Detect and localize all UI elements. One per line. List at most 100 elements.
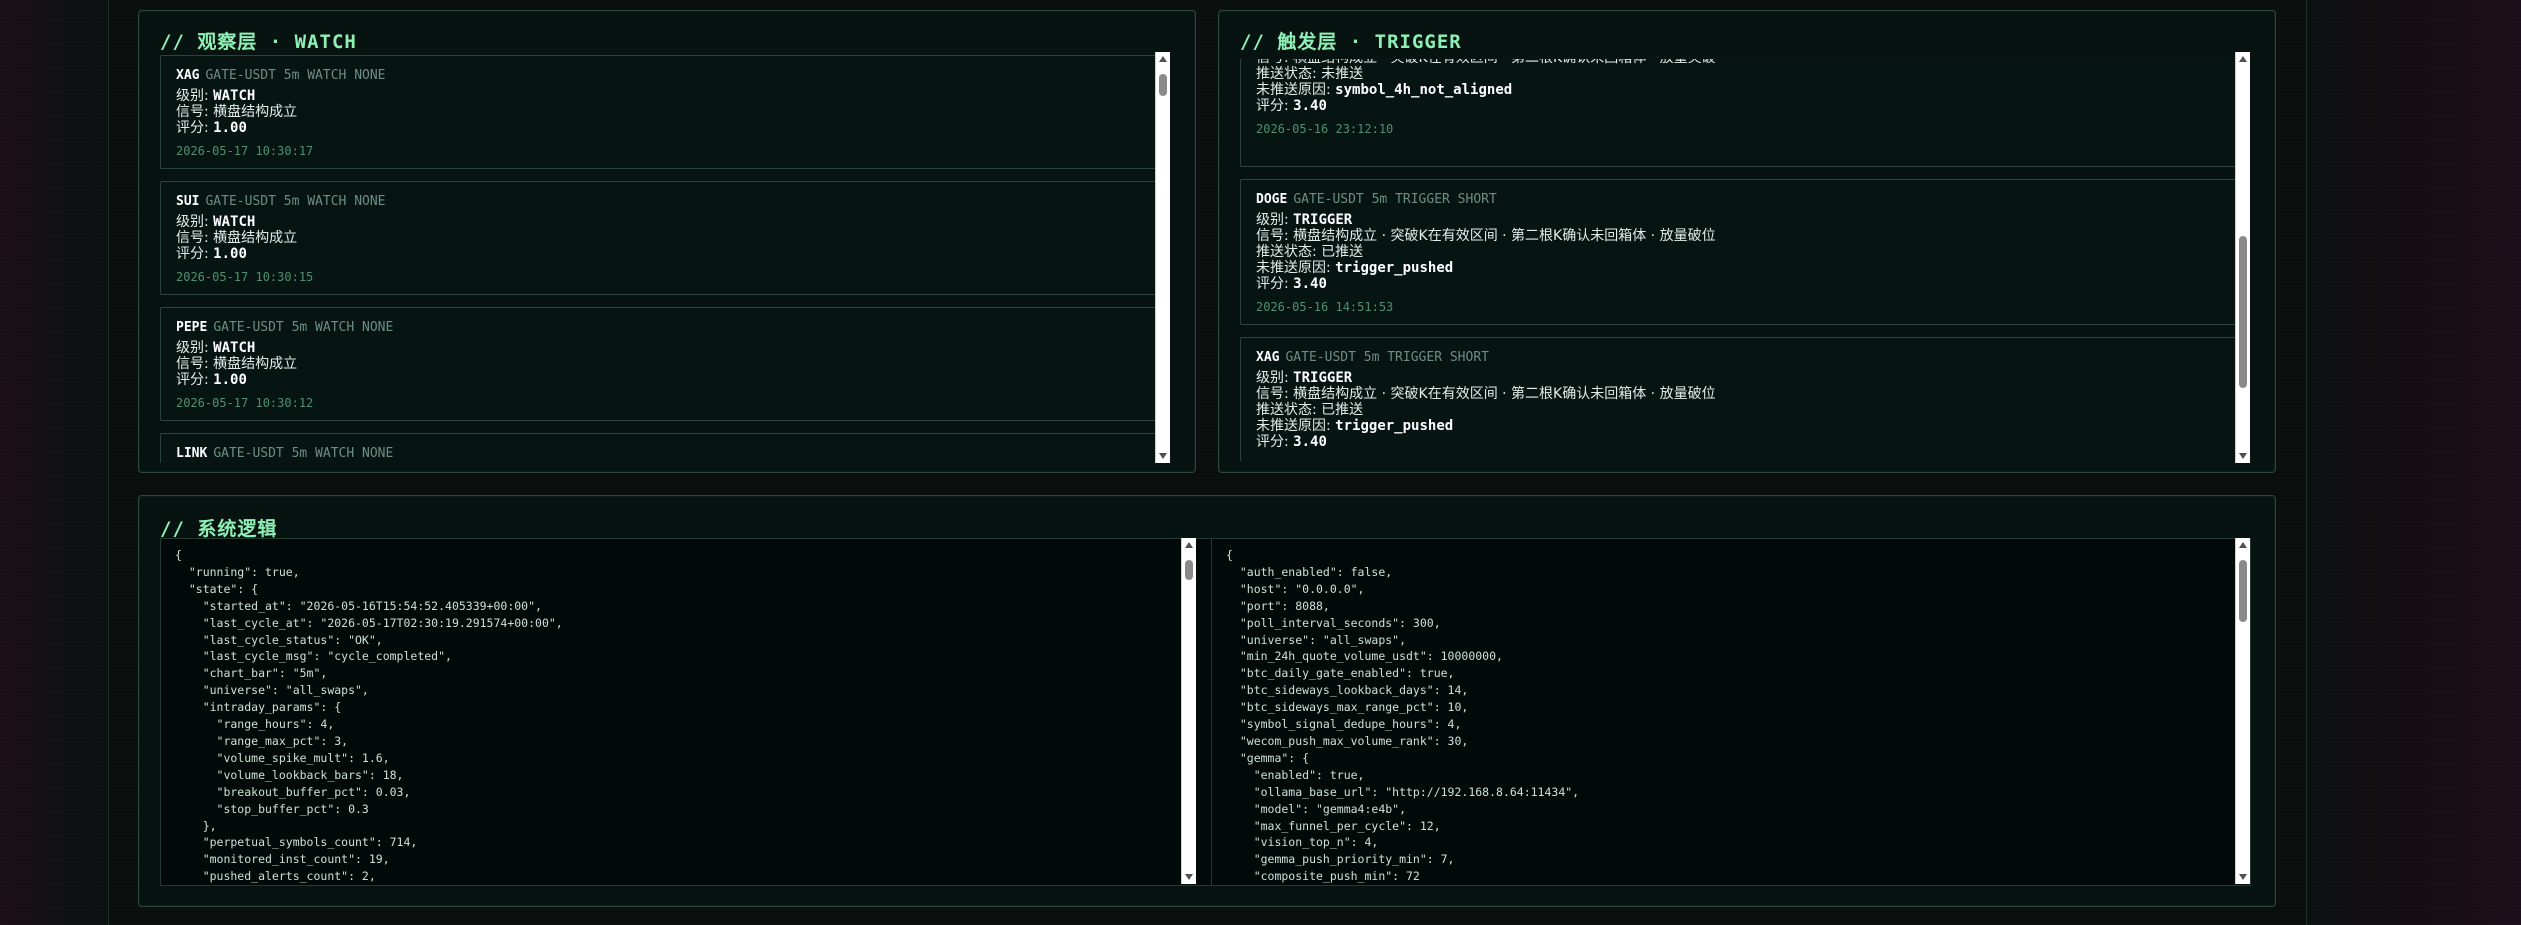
card-signal: 信号: 横盘结构成立 xyxy=(176,230,1146,246)
state-json-text: { "running": true, "state": { "started_a… xyxy=(175,548,563,884)
scroll-up-icon[interactable] xyxy=(1156,52,1170,66)
card-score-value: 1.00 xyxy=(213,120,247,136)
config-json-scrollbar[interactable] xyxy=(2235,538,2250,884)
watch-panel: // 观察层 · WATCH XAG GATE-USDT 5m WATCH NON… xyxy=(138,10,1196,473)
watch-card[interactable]: LINK GATE-USDT 5m WATCH NONE xyxy=(160,433,1162,463)
watch-card[interactable]: SUI GATE-USDT 5m WATCH NONE 级别: WATCH 信号: 横… xyxy=(160,181,1162,295)
card-signal-value: 横盘结构成立 · 突破K在有效区间 · 第二根K确认未回箱体 · 放量突破 xyxy=(1293,59,1715,66)
card-push-reason-label: 未推送原因: xyxy=(1256,418,1331,434)
scroll-up-icon[interactable] xyxy=(1182,538,1196,552)
trigger-card[interactable]: XAG GATE-USDT 5m TRIGGER SHORT 级别: TRIGGER… xyxy=(1240,337,2242,461)
card-level-value: WATCH xyxy=(213,340,256,356)
card-meta: GATE-USDT 5m TRIGGER SHORT xyxy=(1293,192,1497,207)
card-score: 评分: 3.40 xyxy=(1256,434,2226,450)
card-push-reason: 未推送原因: trigger_pushed xyxy=(1256,418,2226,434)
card-symbol: XAG xyxy=(1256,350,1280,365)
card-score: 评分: 1.00 xyxy=(176,120,1146,136)
card-level: 级别: WATCH xyxy=(176,214,1146,230)
card-score-label: 评分: xyxy=(1256,98,1289,114)
watch-list[interactable]: XAG GATE-USDT 5m WATCH NONE 级别: WATCH 信号: 横… xyxy=(160,55,1162,463)
trigger-scrollbar[interactable] xyxy=(2235,52,2250,463)
scroll-down-icon[interactable] xyxy=(1156,449,1170,463)
card-signal-value: 横盘结构成立 xyxy=(213,356,298,372)
watch-card[interactable]: XAG GATE-USDT 5m WATCH NONE 级别: WATCH 信号: 横… xyxy=(160,55,1162,169)
system-panel: // 系统逻辑 { "running": true, "state": { "s… xyxy=(138,495,2276,907)
card-timestamp: 2026-05-16 14:51:53 xyxy=(1256,300,1394,314)
trigger-card[interactable]: DOGE GATE-USDT 5m TRIGGER SHORT 级别: TRIGGE… xyxy=(1240,179,2242,325)
card-score-label: 评分: xyxy=(1256,434,1289,450)
card-level-label: 级别: xyxy=(1256,212,1289,228)
card-level-label: 级别: xyxy=(1256,370,1289,386)
card-header: XAG GATE-USDT 5m TRIGGER SHORT xyxy=(1256,350,2226,366)
card-level-label: 级别: xyxy=(176,340,209,356)
card-score: 评分: 3.40 xyxy=(1256,276,2226,292)
card-header: SUI GATE-USDT 5m WATCH NONE xyxy=(176,194,1146,210)
card-signal: 信号: 横盘结构成立 · 突破K在有效区间 · 第二根K确认未回箱体 · 放量突… xyxy=(1256,59,2226,66)
card-push-reason-value: trigger_pushed xyxy=(1335,418,1454,434)
card-signal-label: 信号: xyxy=(1256,59,1289,66)
system-panel-title: // 系统逻辑 xyxy=(160,518,278,540)
trigger-card[interactable]: 级别: TRIGGER信号: 横盘结构成立 · 突破K在有效区间 · 第二根K确… xyxy=(1240,59,2242,167)
card-push-status: 推送状态: 已推送 xyxy=(1256,244,2226,260)
scroll-down-icon[interactable] xyxy=(2236,870,2250,884)
config-json-text: { "auth_enabled": false, "host": "0.0.0.… xyxy=(1226,548,1580,884)
card-push-reason: 未推送原因: symbol_4h_not_aligned xyxy=(1256,82,2226,98)
scroll-up-icon[interactable] xyxy=(2236,538,2250,552)
scroll-thumb[interactable] xyxy=(2239,560,2247,622)
card-score: 评分: 1.00 xyxy=(176,372,1146,388)
card-score-label: 评分: xyxy=(176,372,209,388)
trigger-panel-title: // 触发层 · TRIGGER xyxy=(1240,31,1462,53)
card-signal: 信号: 横盘结构成立 xyxy=(176,356,1146,372)
scroll-thumb[interactable] xyxy=(2239,236,2247,388)
card-level-value: WATCH xyxy=(213,88,256,104)
card-push-status: 推送状态: 已推送 xyxy=(1256,402,2226,418)
card-push-status-value: 未推送 xyxy=(1321,66,1364,82)
card-signal-value: 横盘结构成立 xyxy=(213,104,298,120)
card-push-status-label: 推送状态: xyxy=(1256,66,1317,82)
card-score-value: 1.00 xyxy=(213,372,247,388)
card-header: LINK GATE-USDT 5m WATCH NONE xyxy=(176,446,1146,462)
card-push-reason-value: trigger_pushed xyxy=(1335,260,1454,276)
card-push-status-label: 推送状态: xyxy=(1256,244,1317,260)
card-score-value: 3.40 xyxy=(1293,434,1327,450)
card-signal-value: 横盘结构成立 xyxy=(213,230,298,246)
card-signal-value: 横盘结构成立 · 突破K在有效区间 · 第二根K确认未回箱体 · 放量破位 xyxy=(1293,228,1716,244)
config-json-box[interactable]: { "auth_enabled": false, "host": "0.0.0.… xyxy=(1211,538,2251,886)
card-symbol: SUI xyxy=(176,194,200,209)
state-json-box[interactable]: { "running": true, "state": { "started_a… xyxy=(160,538,1222,886)
card-score-label: 评分: xyxy=(176,120,209,136)
card-level-value: TRIGGER xyxy=(1293,212,1353,228)
card-score-value: 3.40 xyxy=(1293,276,1327,292)
scroll-up-icon[interactable] xyxy=(2236,52,2250,66)
card-score: 评分: 3.40 xyxy=(1256,98,2226,114)
scroll-down-icon[interactable] xyxy=(2236,449,2250,463)
scroll-thumb[interactable] xyxy=(1185,560,1193,580)
card-push-status-value: 已推送 xyxy=(1321,402,1364,418)
card-level-value: TRIGGER xyxy=(1293,370,1353,386)
card-meta: GATE-USDT 5m WATCH NONE xyxy=(213,446,394,461)
card-push-status-label: 推送状态: xyxy=(1256,402,1317,418)
scroll-down-icon[interactable] xyxy=(1182,870,1196,884)
card-header: DOGE GATE-USDT 5m TRIGGER SHORT xyxy=(1256,192,2226,208)
card-symbol: LINK xyxy=(176,446,208,461)
card-signal: 信号: 横盘结构成立 xyxy=(176,104,1146,120)
trigger-list[interactable]: 级别: TRIGGER 信号: 横盘结构成立 · 突破K在有效区间 · 第二根K确… xyxy=(1240,59,2242,461)
scroll-thumb[interactable] xyxy=(1159,74,1167,96)
card-meta: GATE-USDT 5m TRIGGER SHORT xyxy=(1285,350,1489,365)
card-score: 评分: 1.00 xyxy=(176,246,1146,262)
card-score-label: 评分: xyxy=(1256,276,1289,292)
card-meta: GATE-USDT 5m WATCH NONE xyxy=(205,68,386,83)
card-signal-value: 横盘结构成立 · 突破K在有效区间 · 第二根K确认未回箱体 · 放量破位 xyxy=(1293,386,1716,402)
card-level-label: 级别: xyxy=(176,214,209,230)
watch-card[interactable]: PEPE GATE-USDT 5m WATCH NONE 级别: WATCH 信号: … xyxy=(160,307,1162,421)
card-timestamp: 2026-05-16 23:12:10 xyxy=(1256,122,1394,136)
state-json-scrollbar[interactable] xyxy=(1181,538,1196,884)
card-symbol: XAG xyxy=(176,68,200,83)
watch-scrollbar[interactable] xyxy=(1155,52,1170,463)
card-push-status: 推送状态: 未推送 xyxy=(1256,66,2226,82)
card-push-reason-label: 未推送原因: xyxy=(1256,260,1331,276)
card-push-status-value: 已推送 xyxy=(1321,244,1364,260)
card-header: XAG GATE-USDT 5m WATCH NONE xyxy=(176,68,1146,84)
card-level: 级别: WATCH xyxy=(176,88,1146,104)
card-timestamp: 2026-05-17 10:30:12 xyxy=(176,396,314,410)
